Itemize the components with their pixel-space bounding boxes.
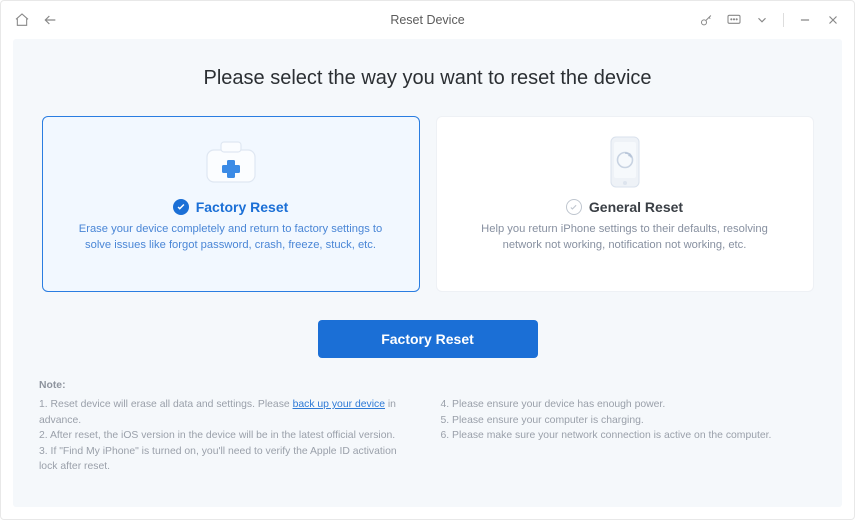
page-heading: Please select the way you want to reset …	[39, 67, 816, 90]
chevron-down-icon[interactable]	[753, 11, 771, 29]
check-outline-icon	[566, 199, 582, 215]
titlebar: Reset Device	[1, 1, 854, 39]
notes-section: Note: 1. Reset device will erase all dat…	[39, 380, 816, 475]
card-title: General Reset	[589, 199, 683, 215]
feedback-icon[interactable]	[725, 11, 743, 29]
content-area: Please select the way you want to reset …	[13, 39, 842, 507]
note-item: 5. Please ensure your computer is chargi…	[441, 413, 817, 429]
app-window: Reset Device Please select the way you w…	[0, 0, 855, 520]
notes-title: Note:	[39, 380, 816, 391]
separator	[783, 13, 784, 27]
medkit-icon	[197, 133, 265, 191]
check-filled-icon	[173, 199, 189, 215]
close-icon[interactable]	[824, 11, 842, 29]
note-item: 3. If "Find My iPhone" is turned on, you…	[39, 444, 415, 475]
home-icon[interactable]	[13, 11, 31, 29]
back-icon[interactable]	[41, 11, 59, 29]
note-item: 1. Reset device will erase all data and …	[39, 397, 415, 428]
card-description: Erase your device completely and return …	[76, 221, 386, 253]
card-factory-reset[interactable]: Factory Reset Erase your device complete…	[42, 116, 420, 292]
option-cards: Factory Reset Erase your device complete…	[39, 116, 816, 292]
phone-reset-icon	[591, 133, 659, 191]
card-description: Help you return iPhone settings to their…	[470, 221, 780, 253]
card-title: Factory Reset	[196, 199, 289, 215]
minimize-icon[interactable]	[796, 11, 814, 29]
note-item: 6. Please make sure your network connect…	[441, 428, 817, 444]
note-item: 2. After reset, the iOS version in the d…	[39, 428, 415, 444]
backup-link[interactable]: back up your device	[293, 399, 385, 410]
primary-action-button[interactable]: Factory Reset	[318, 320, 538, 358]
card-general-reset[interactable]: General Reset Help you return iPhone set…	[436, 116, 814, 292]
key-icon[interactable]	[697, 11, 715, 29]
note-item: 4. Please ensure your device has enough …	[441, 397, 817, 413]
